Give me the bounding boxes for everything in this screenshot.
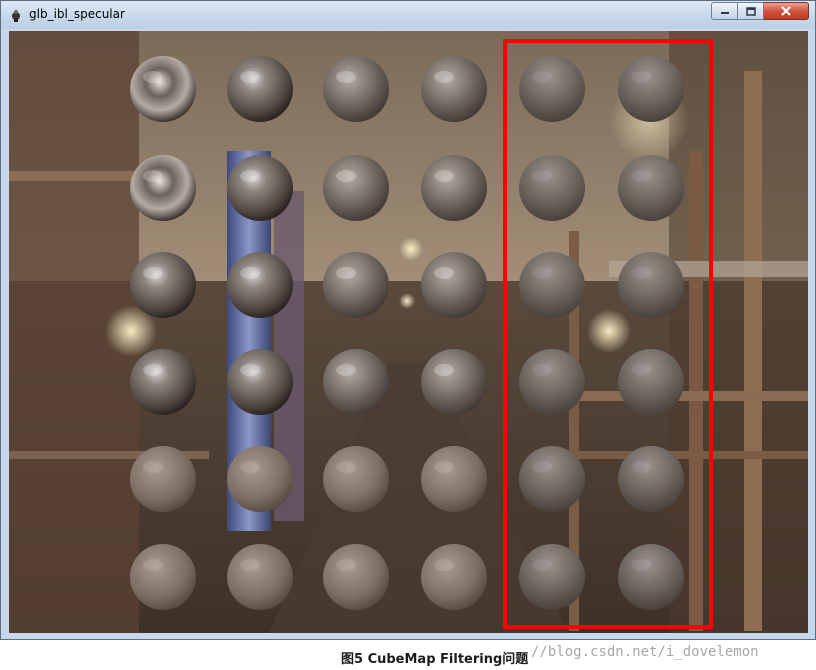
sphere-rows — [130, 56, 684, 610]
material-sphere — [227, 446, 293, 512]
sphere-highlight — [336, 461, 356, 473]
sphere-highlight — [336, 364, 356, 376]
maximize-button[interactable] — [738, 2, 764, 20]
material-sphere — [323, 155, 389, 221]
sphere-highlight — [532, 267, 552, 279]
material-sphere — [618, 252, 684, 318]
figure-caption: 图5 CubeMap Filtering问题 — [341, 652, 529, 667]
sphere-highlight — [631, 170, 651, 182]
material-sphere — [519, 446, 585, 512]
sphere-highlight — [143, 559, 163, 571]
sphere-highlight — [143, 461, 163, 473]
sphere-highlight — [532, 364, 552, 376]
material-sphere — [618, 349, 684, 415]
material-sphere — [227, 349, 293, 415]
sphere-highlight — [240, 267, 260, 279]
render-viewport[interactable] — [9, 31, 808, 633]
app-window: glb_ibl_specular — [0, 0, 816, 640]
material-sphere — [421, 446, 487, 512]
material-sphere — [618, 56, 684, 122]
sphere-highlight — [240, 71, 260, 83]
sphere-highlight — [336, 559, 356, 571]
sphere-highlight — [240, 559, 260, 571]
sphere-highlight — [631, 267, 651, 279]
material-sphere — [323, 446, 389, 512]
material-sphere — [618, 544, 684, 610]
material-sphere — [227, 155, 293, 221]
sphere-highlight — [240, 461, 260, 473]
sphere-highlight — [240, 170, 260, 182]
material-sphere — [618, 155, 684, 221]
sphere-highlight — [631, 461, 651, 473]
sphere-highlight — [143, 267, 163, 279]
material-sphere — [421, 155, 487, 221]
material-sphere — [519, 349, 585, 415]
material-sphere — [130, 544, 196, 610]
sphere-highlight — [434, 170, 454, 182]
sphere-highlight — [143, 364, 163, 376]
material-sphere — [323, 349, 389, 415]
window-title: glb_ibl_specular — [29, 7, 125, 21]
material-sphere — [323, 56, 389, 122]
minimize-icon — [720, 12, 729, 14]
material-sphere — [421, 252, 487, 318]
material-sphere — [130, 155, 196, 221]
sphere-highlight — [532, 170, 552, 182]
material-sphere — [130, 446, 196, 512]
sphere-highlight — [240, 364, 260, 376]
sphere-highlight — [532, 559, 552, 571]
sphere-highlight — [631, 364, 651, 376]
material-sphere — [618, 446, 684, 512]
sphere-highlight — [532, 461, 552, 473]
material-sphere — [519, 252, 585, 318]
sphere-highlight — [434, 364, 454, 376]
sphere-highlight — [434, 71, 454, 83]
sphere-highlight — [434, 559, 454, 571]
material-sphere — [323, 544, 389, 610]
title-bar[interactable]: glb_ibl_specular — [1, 1, 815, 29]
material-sphere — [323, 252, 389, 318]
sphere-highlight — [434, 461, 454, 473]
highlight-frame — [503, 39, 713, 629]
material-sphere — [519, 56, 585, 122]
material-sphere — [227, 544, 293, 610]
close-icon — [781, 6, 791, 16]
material-sphere — [130, 252, 196, 318]
material-sphere — [130, 56, 196, 122]
material-sphere — [227, 252, 293, 318]
material-sphere — [519, 155, 585, 221]
window-controls — [711, 2, 809, 21]
sphere-highlight — [143, 71, 163, 83]
sphere-highlight — [336, 71, 356, 83]
sphere-highlight — [143, 170, 163, 182]
app-icon — [12, 10, 20, 22]
sphere-highlight — [336, 267, 356, 279]
minimize-button[interactable] — [711, 2, 738, 20]
material-sphere — [519, 544, 585, 610]
material-sphere — [421, 349, 487, 415]
sphere-highlight — [631, 71, 651, 83]
material-sphere — [421, 56, 487, 122]
sphere-highlight — [434, 267, 454, 279]
watermark-url: //blog.csdn.net/i_dovelemon — [531, 644, 759, 660]
sphere-highlight — [532, 71, 552, 83]
sphere-highlight — [631, 559, 651, 571]
sphere-grid — [130, 39, 713, 629]
sphere-highlight — [336, 170, 356, 182]
material-sphere — [421, 544, 487, 610]
maximize-icon — [745, 6, 756, 16]
material-sphere — [130, 349, 196, 415]
material-sphere — [227, 56, 293, 122]
close-button[interactable] — [764, 2, 809, 20]
